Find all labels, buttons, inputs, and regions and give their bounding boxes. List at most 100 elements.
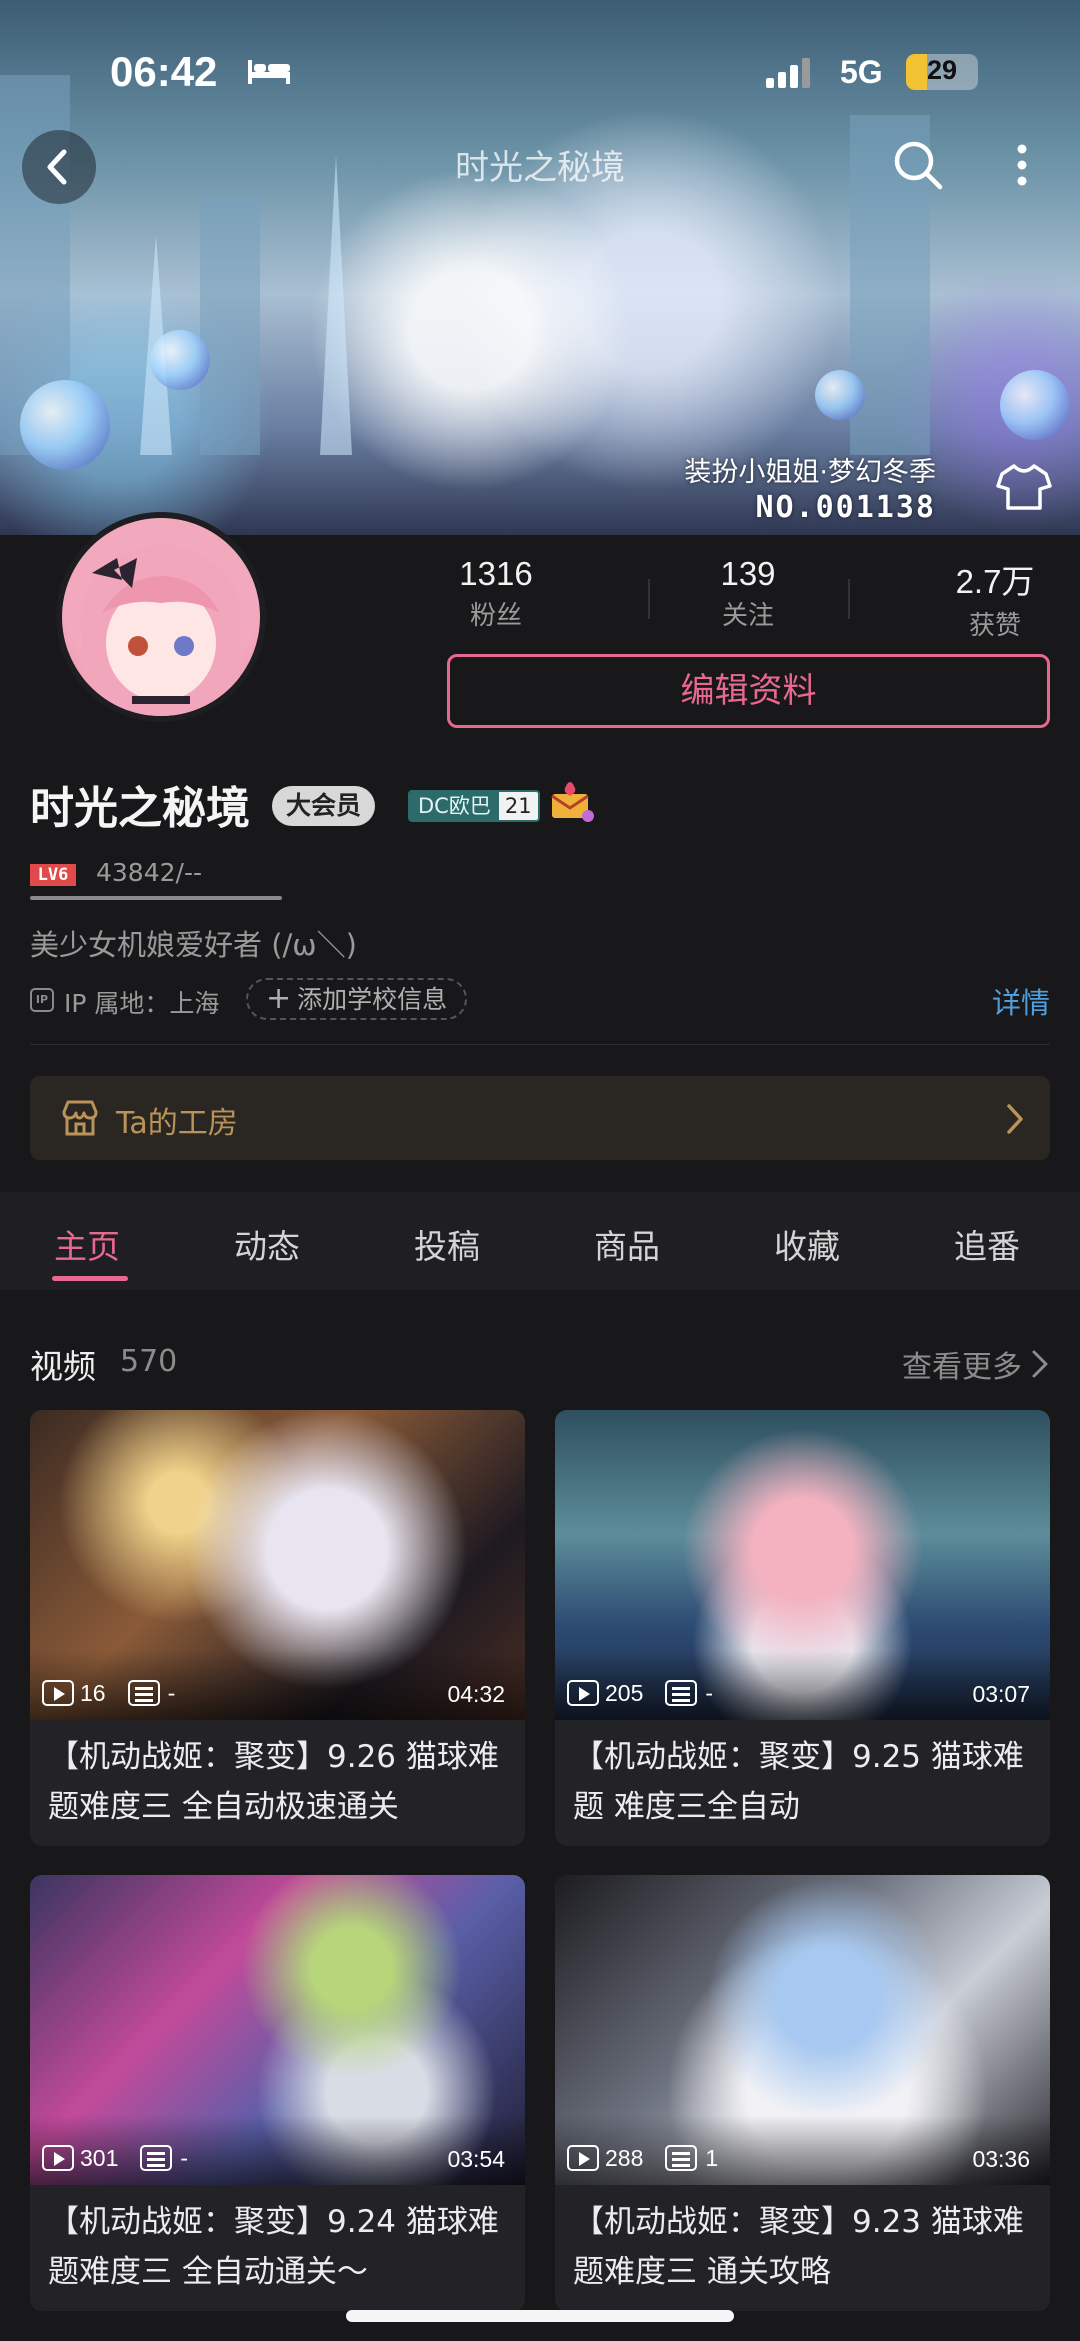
- chevron-right-icon[interactable]: [1030, 1348, 1050, 1380]
- status-bar: 06:42 5G 29: [0, 0, 1080, 140]
- tab-products[interactable]: 商品: [594, 1220, 660, 1268]
- likes-label: 获赞: [968, 611, 1021, 641]
- battery-percent: 29: [926, 55, 958, 85]
- tab-uploads[interactable]: 投稿: [414, 1220, 480, 1268]
- stats-divider: [648, 579, 650, 619]
- section-divider: [30, 1044, 1050, 1045]
- danmaku-icon: [665, 1680, 698, 1706]
- battery-icon: 29: [906, 54, 978, 90]
- ip-icon: IP: [30, 988, 54, 1012]
- add-school-button[interactable]: + 添加学校信息: [246, 978, 468, 1020]
- gift-envelope-icon[interactable]: [548, 780, 596, 824]
- video-thumbnail: 301 - 03:54: [30, 1875, 525, 2185]
- danmaku-count: -: [705, 1679, 714, 1706]
- followers-label: 粉丝: [469, 601, 522, 631]
- video-card[interactable]: 16 - 04:32 【机动战姬：聚变】9.26 猫球难题难度三 全自动极速通关: [30, 1410, 525, 1846]
- signal-icon: [766, 58, 810, 88]
- ip-location: IP 属地：上海: [64, 989, 220, 1018]
- video-card[interactable]: 288 1 03:36 【机动战姬：聚变】9.23 猫球难题难度三 通关攻略: [555, 1875, 1050, 2311]
- sleep-mode-icon: [248, 60, 290, 84]
- tab-favorites[interactable]: 收藏: [774, 1220, 840, 1268]
- following-label: 关注: [721, 601, 774, 631]
- likes-count: 2.7万: [955, 563, 1035, 600]
- tshirt-icon[interactable]: [996, 462, 1052, 512]
- play-count-icon: [567, 1680, 599, 1706]
- video-duration: 04:32: [447, 1681, 505, 1707]
- video-title: 【机动战姬：聚变】9.24 猫球难题难度三 全自动通关～: [48, 2204, 499, 2290]
- video-card[interactable]: 301 - 03:54 【机动战姬：聚变】9.24 猫球难题难度三 全自动通关～: [30, 1875, 525, 2311]
- plus-icon: +: [266, 981, 292, 1016]
- network-type: 5G: [840, 54, 883, 90]
- video-meta: 301 -: [42, 2141, 188, 2175]
- danmaku-count: 1: [705, 2144, 719, 2171]
- danmaku-icon: [127, 1680, 160, 1706]
- dress-number: NO.001138: [755, 490, 936, 525]
- video-meta: 205 -: [567, 1676, 713, 1710]
- workshop-entry[interactable]: Ta的工房: [30, 1076, 1050, 1160]
- video-title: 【机动战姬：聚变】9.23 猫球难题难度三 通关攻略: [573, 2204, 1024, 2290]
- followers-count: 1316: [459, 555, 533, 592]
- chevron-right-icon: [1007, 1104, 1023, 1134]
- details-link[interactable]: 详情: [992, 980, 1050, 1022]
- avatar-image: [62, 518, 260, 716]
- workshop-label: Ta的工房: [116, 1106, 238, 1141]
- play-count: 205: [605, 1679, 644, 1706]
- banner-crystal-orb: [1000, 370, 1070, 440]
- banner-castle-tower: [200, 195, 260, 455]
- play-count-icon: [42, 1680, 74, 1706]
- banner-crystal-spire: [320, 155, 352, 455]
- experience-bar-fill: [30, 896, 282, 900]
- active-tab-indicator: [52, 1276, 128, 1281]
- video-meta: 288 1: [567, 2141, 718, 2175]
- video-thumbnail: 288 1 03:36: [555, 1875, 1050, 2185]
- profile-stats: 1316 粉丝 139 关注 2.7万 获赞: [448, 555, 1048, 641]
- video-card[interactable]: 205 - 03:07 【机动战姬：聚变】9.25 猫球难题 难度三全自动: [555, 1410, 1050, 1846]
- search-icon[interactable]: [888, 135, 948, 195]
- video-title: 【机动战姬：聚变】9.25 猫球难题 难度三全自动: [573, 1739, 1024, 1825]
- user-signature: 美少女机娘爱好者 (/ω＼): [30, 928, 357, 962]
- video-meta: 16 -: [42, 1676, 175, 1710]
- videos-section-title: 视频: [30, 1347, 96, 1386]
- profile-tabs: 主页 动态 投稿 商品 收藏 追番: [0, 1192, 1080, 1290]
- video-duration: 03:07: [972, 1681, 1030, 1707]
- play-count-icon: [42, 2145, 74, 2171]
- status-time: 06:42: [110, 48, 218, 95]
- danmaku-icon: [665, 2145, 698, 2171]
- more-options-icon[interactable]: [1000, 135, 1044, 195]
- edit-profile-button[interactable]: 编辑资料: [447, 654, 1050, 728]
- play-count: 301: [80, 2144, 119, 2171]
- experience-bar: [30, 896, 282, 900]
- add-school-label: 添加学校信息: [297, 985, 448, 1014]
- play-count-icon: [567, 2145, 599, 2171]
- video-duration: 03:36: [972, 2146, 1030, 2172]
- shop-icon: [62, 1100, 98, 1136]
- following-count: 139: [720, 555, 776, 592]
- video-title: 【机动战姬：聚变】9.26 猫球难题难度三 全自动极速通关: [48, 1739, 499, 1825]
- fan-medal-name: DC欧巴: [410, 792, 499, 820]
- play-count: 16: [80, 1679, 106, 1706]
- followers-stat[interactable]: 1316 粉丝: [448, 555, 544, 632]
- videos-count: 570: [120, 1344, 178, 1379]
- video-thumbnail: 16 - 04:32: [30, 1410, 525, 1720]
- avatar[interactable]: [56, 512, 266, 722]
- see-more-link[interactable]: 查看更多: [902, 1342, 1022, 1386]
- banner-crystal-orb: [815, 370, 865, 420]
- video-duration: 03:54: [447, 2146, 505, 2172]
- fan-medal[interactable]: DC欧巴 21: [408, 790, 540, 822]
- danmaku-count: -: [167, 1679, 176, 1706]
- tab-bangumi[interactable]: 追番: [954, 1220, 1020, 1268]
- tab-home[interactable]: 主页: [54, 1220, 120, 1268]
- dress-name[interactable]: 装扮小姐姐·梦幻冬季: [684, 450, 936, 489]
- home-indicator[interactable]: [346, 2310, 734, 2322]
- likes-stat[interactable]: 2.7万 获赞: [942, 555, 1048, 642]
- video-thumbnail: 205 - 03:07: [555, 1410, 1050, 1720]
- vip-badge[interactable]: 大会员: [272, 786, 376, 826]
- following-stat[interactable]: 139 关注: [698, 555, 798, 632]
- username: 时光之秘境: [30, 783, 250, 834]
- danmaku-count: -: [180, 2144, 189, 2171]
- danmaku-icon: [140, 2145, 173, 2171]
- tab-dynamics[interactable]: 动态: [234, 1220, 300, 1268]
- avatar-illustration: [80, 543, 242, 716]
- level-badge: LV6: [30, 864, 76, 886]
- stats-divider: [848, 579, 850, 619]
